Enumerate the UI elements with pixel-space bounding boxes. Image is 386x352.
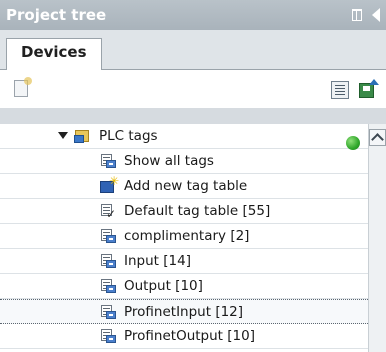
tag-table-icon bbox=[100, 304, 117, 320]
tree-toolbar bbox=[0, 70, 386, 108]
add-device-icon[interactable] bbox=[14, 77, 32, 97]
tree-scrollbar[interactable] bbox=[368, 124, 386, 352]
tab-strip: Devices bbox=[0, 30, 386, 71]
tree-item-label: Show all tags bbox=[124, 153, 214, 169]
tree-item-label: ProfinetInput [12] bbox=[124, 304, 244, 320]
tag-table-icon bbox=[100, 278, 117, 294]
tree-item-label: Input [14] bbox=[124, 253, 191, 269]
tree-item-label: Default tag table [55] bbox=[124, 203, 271, 219]
tree-item-output[interactable]: Output [10] bbox=[0, 274, 368, 299]
tree-node-plc-tags[interactable]: PLC tags bbox=[0, 124, 368, 149]
tree-item-label: Add new tag table bbox=[124, 178, 248, 194]
scroll-up-icon[interactable] bbox=[369, 129, 386, 146]
tree-item-label: ProfinetOutput [10] bbox=[124, 328, 255, 344]
tree-item-default-tag-table[interactable]: ✓ Default tag table [55] bbox=[0, 199, 368, 224]
tag-table-icon bbox=[100, 253, 117, 269]
show-all-tags-icon bbox=[100, 153, 117, 169]
tree-item-profinetoutput[interactable]: ProfinetOutput [10] bbox=[0, 324, 368, 349]
tree-item-show-all-tags[interactable]: Show all tags bbox=[0, 149, 368, 174]
tree-item-add-new-tag-table[interactable]: ✳ Add new tag table bbox=[0, 174, 368, 199]
tab-devices[interactable]: Devices bbox=[6, 38, 102, 71]
tree-item-label: Output [10] bbox=[124, 278, 203, 294]
online-status-icon bbox=[346, 136, 360, 150]
folder-icon bbox=[74, 128, 91, 144]
tag-table-icon bbox=[100, 328, 117, 344]
tag-table-icon bbox=[100, 228, 117, 244]
project-tree-titlebar: Project tree bbox=[0, 0, 386, 30]
collapse-panel-icon[interactable] bbox=[372, 8, 380, 22]
tree-item-profinetinput[interactable]: ProfinetInput [12] bbox=[0, 299, 368, 324]
panel-title: Project tree bbox=[6, 6, 107, 24]
tree-item-label: complimentary [2] bbox=[124, 228, 250, 244]
project-tree: PLC tags Show all tags ✳ Add new tag tab… bbox=[0, 124, 368, 352]
expand-arrow-icon[interactable] bbox=[58, 132, 68, 139]
default-tag-table-icon: ✓ bbox=[100, 203, 117, 220]
overview-icon[interactable] bbox=[331, 81, 349, 99]
tree-node-label: PLC tags bbox=[99, 128, 158, 144]
tree-item-input[interactable]: Input [14] bbox=[0, 249, 368, 274]
pin-icon[interactable] bbox=[352, 9, 362, 21]
tree-header-band bbox=[0, 108, 386, 124]
add-tag-table-icon: ✳ bbox=[100, 175, 119, 194]
tree-item-complimentary[interactable]: complimentary [2] bbox=[0, 224, 368, 249]
save-project-icon[interactable] bbox=[359, 79, 379, 98]
